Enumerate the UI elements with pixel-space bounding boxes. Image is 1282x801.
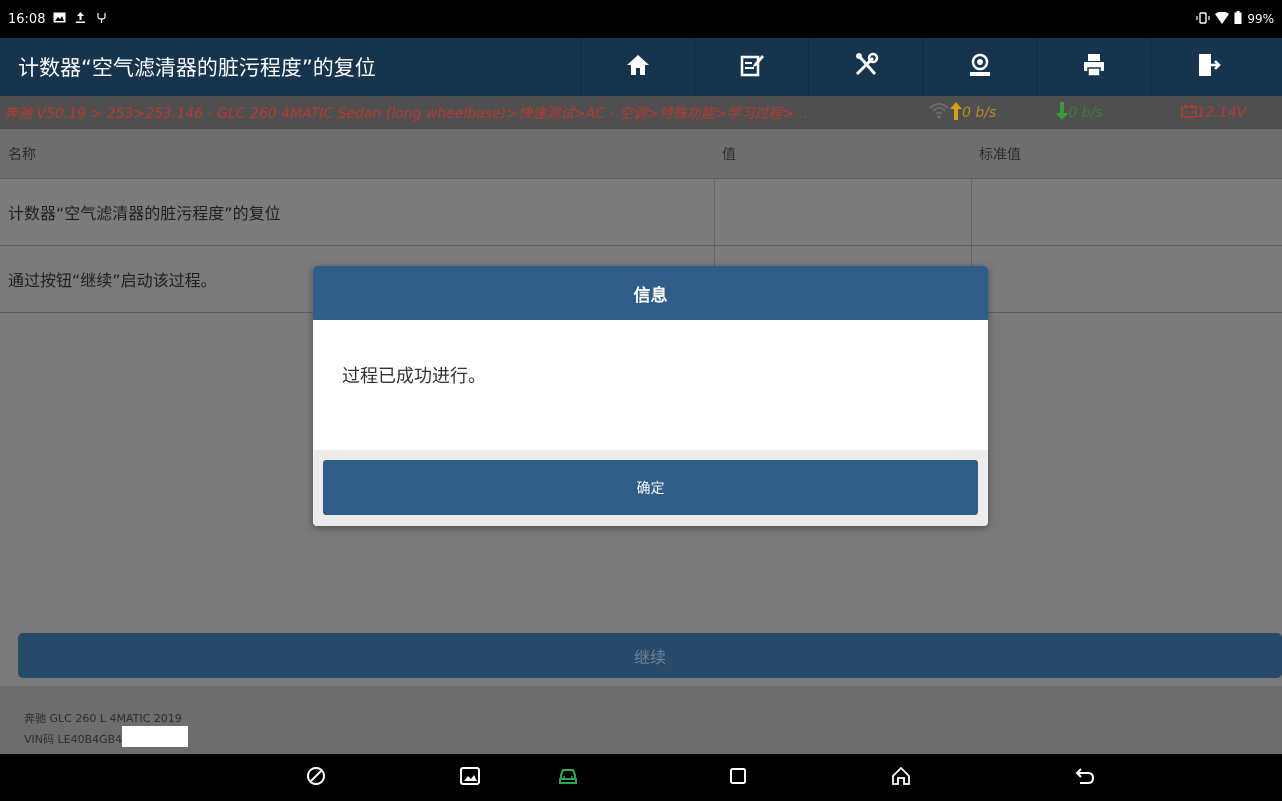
recents-icon: [727, 765, 749, 791]
row-standard: [971, 179, 1282, 245]
upload-rate: 0 b/s: [950, 101, 996, 124]
browser-icon: [305, 765, 327, 791]
clock: 16:08: [8, 11, 46, 27]
continue-button[interactable]: 继续: [18, 633, 1282, 678]
battery-icon: [1234, 11, 1242, 27]
ok-button[interactable]: 确定: [323, 460, 978, 515]
row-name: 计数器“空气滤清器的脏污程度”的复位: [8, 204, 281, 223]
tools-button[interactable]: [808, 38, 922, 96]
vehicle-info: 奔驰 GLC 260 L 4MATIC 2019 VIN码 LE40B4GB4: [0, 686, 1282, 754]
breadcrumb: 奔驰 V50.19 > 253>253.146 - GLC 260 4MATIC…: [0, 96, 1282, 129]
home-button[interactable]: [580, 38, 694, 96]
download-rate: 0 b/s: [1056, 101, 1103, 124]
home-nav-icon: [890, 765, 912, 791]
table-header: 名称 值 标准值: [0, 129, 1282, 179]
upload-arrow-icon: [950, 101, 962, 124]
gallery-icon: [459, 765, 481, 791]
vin-redaction: [122, 726, 189, 747]
header-standard: 标准值: [979, 146, 1021, 163]
print-button[interactable]: [1036, 38, 1150, 96]
vibrate-icon: [1196, 11, 1210, 27]
recents-button[interactable]: [708, 754, 768, 801]
upload-notification-icon: [74, 11, 87, 27]
print-icon: [1081, 52, 1107, 82]
back-button[interactable]: [1055, 754, 1115, 801]
edit-button[interactable]: [694, 38, 808, 96]
edit-icon: [739, 52, 765, 82]
car-diagnostic-button[interactable]: [538, 754, 598, 801]
exit-icon: [1195, 52, 1221, 82]
info-dialog: 信息 过程已成功进行。 确定: [313, 266, 988, 526]
page-title: 计数器“空气滤清器的脏污程度”的复位: [18, 56, 376, 80]
back-icon: [1074, 765, 1096, 791]
home-icon: [625, 52, 651, 82]
usb-notification-icon: [95, 12, 108, 27]
car-icon: [557, 765, 579, 791]
voltage: 12.14V: [1180, 104, 1246, 122]
breadcrumb-path: 奔驰 V50.19 > 253>253.146 - GLC 260 4MATIC…: [4, 105, 808, 122]
browser-button[interactable]: [286, 754, 346, 801]
battery-level: 99%: [1247, 12, 1274, 26]
header-name: 名称: [8, 146, 36, 163]
vin-number: VIN码 LE40B4GB4: [24, 733, 123, 746]
row-standard: [971, 246, 1282, 312]
download-arrow-icon: [1056, 101, 1069, 124]
vin-line: VIN码 LE40B4GB4: [24, 726, 1282, 747]
wifi-icon: [1215, 11, 1230, 27]
battery-voltage-icon: [1180, 104, 1197, 122]
title-bar: 计数器“空气滤清器的脏污程度”的复位: [0, 38, 1282, 96]
dialog-title: 信息: [313, 266, 988, 320]
signal-icon: [928, 102, 950, 124]
row-value: [714, 179, 971, 245]
dialog-footer: 确定: [313, 450, 988, 526]
tools-icon: [853, 52, 879, 82]
status-bar: 16:08 99%: [0, 0, 1282, 38]
gallery-notification-icon: [53, 12, 66, 27]
exit-button[interactable]: [1150, 38, 1264, 96]
dialog-message: 过程已成功进行。: [313, 320, 988, 450]
home-nav-button[interactable]: [871, 754, 931, 801]
user-icon: [967, 52, 993, 82]
header-value: 值: [722, 146, 736, 163]
gallery-button[interactable]: [440, 754, 500, 801]
vehicle-name: 奔驰 GLC 260 L 4MATIC 2019: [24, 712, 182, 725]
user-button[interactable]: [922, 38, 1036, 96]
navigation-bar: [0, 754, 1282, 801]
table-row[interactable]: 计数器“空气滤清器的脏污程度”的复位: [0, 179, 1282, 246]
